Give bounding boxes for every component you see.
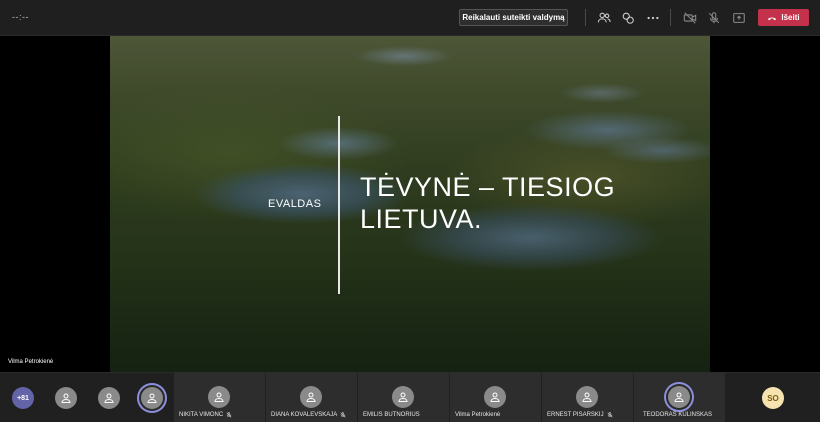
participant-avatar bbox=[300, 386, 322, 408]
mic-off-icon[interactable] bbox=[706, 10, 722, 26]
participant-name: ERNEST PISARSKIJ bbox=[547, 412, 604, 418]
request-control-button[interactable]: Reikalauti suteikti valdymą bbox=[459, 9, 568, 26]
person-icon bbox=[398, 392, 408, 402]
mic-muted-icon bbox=[340, 412, 346, 418]
participant-avatar bbox=[392, 386, 414, 408]
chat-icon[interactable] bbox=[620, 10, 636, 26]
more-icon[interactable] bbox=[645, 10, 661, 26]
participant-name: DIANA KOVALEVSKAJA bbox=[271, 412, 338, 418]
participant-avatar bbox=[208, 386, 230, 408]
hang-up-icon bbox=[768, 17, 777, 20]
slide-title: TĖVYNĖ – TIESIOG LIETUVA. bbox=[360, 172, 616, 234]
participant-tile[interactable]: Vilma Petrokienė bbox=[450, 373, 541, 422]
leave-label: Išeiti bbox=[781, 13, 800, 22]
camera-off-icon[interactable] bbox=[682, 10, 698, 26]
slide-author: EVALDAS bbox=[268, 198, 322, 210]
slide-divider bbox=[338, 116, 340, 294]
mic-muted-icon bbox=[607, 412, 613, 418]
participant-name-row: NIKITA VIMONC bbox=[179, 412, 232, 418]
participant-name-row: TEODORAS KULINSKAS bbox=[643, 412, 712, 418]
participant-tile[interactable]: EMILIS BUTNORIUS bbox=[358, 373, 449, 422]
participant-tile[interactable]: NIKITA VIMONC bbox=[174, 373, 265, 422]
participant-tile[interactable]: DIANA KOVALEVSKAJA bbox=[266, 373, 357, 422]
share-tray-icon[interactable] bbox=[731, 10, 747, 26]
participant-name: EMILIS BUTNORIUS bbox=[363, 412, 420, 418]
person-icon bbox=[674, 392, 684, 402]
participant-avatar[interactable] bbox=[98, 387, 120, 409]
participant-name-row: EMILIS BUTNORIUS bbox=[363, 412, 420, 418]
person-icon bbox=[214, 392, 224, 402]
leave-button[interactable]: Išeiti bbox=[758, 9, 809, 26]
participant-initials-avatar[interactable]: SO bbox=[762, 387, 784, 409]
presentation-slide: EVALDAS TĖVYNĖ – TIESIOG LIETUVA. bbox=[110, 36, 710, 372]
person-icon bbox=[147, 393, 157, 403]
meeting-timer: --:-- bbox=[12, 12, 29, 22]
participant-tile[interactable]: TEODORAS KULINSKAS bbox=[634, 373, 725, 422]
participant-avatar[interactable] bbox=[141, 387, 163, 409]
more-participants-badge[interactable]: +81 bbox=[12, 387, 34, 409]
participant-avatar bbox=[576, 386, 598, 408]
participant-name-row: ERNEST PISARSKIJ bbox=[547, 412, 613, 418]
participant-name-row: Vilma Petrokienė bbox=[455, 412, 500, 418]
presenter-name: Vilma Petrokienė bbox=[8, 359, 54, 365]
participant-avatar bbox=[668, 386, 690, 408]
person-icon bbox=[61, 393, 71, 403]
toolbar-divider bbox=[670, 9, 671, 26]
participant-avatar[interactable] bbox=[55, 387, 77, 409]
participant-name: TEODORAS KULINSKAS bbox=[643, 412, 713, 418]
shared-content-stage: EVALDAS TĖVYNĖ – TIESIOG LIETUVA. Vilma … bbox=[0, 36, 820, 372]
mic-muted-icon bbox=[226, 412, 232, 418]
participant-name-row: DIANA KOVALEVSKAJA bbox=[271, 412, 346, 418]
person-icon bbox=[104, 393, 114, 403]
participant-name: Vilma Petrokienė bbox=[455, 412, 501, 418]
participant-avatar bbox=[484, 386, 506, 408]
participant-tile[interactable]: ERNEST PISARSKIJ bbox=[542, 373, 633, 422]
participant-name: NIKITA VIMONC bbox=[179, 412, 224, 418]
toolbar-divider bbox=[585, 9, 586, 26]
person-icon bbox=[490, 392, 500, 402]
meeting-toolbar: --:-- Reikalauti suteikti valdymą Išeiti bbox=[0, 0, 820, 36]
person-icon bbox=[306, 392, 316, 402]
people-icon[interactable] bbox=[596, 10, 612, 26]
person-icon bbox=[582, 392, 592, 402]
